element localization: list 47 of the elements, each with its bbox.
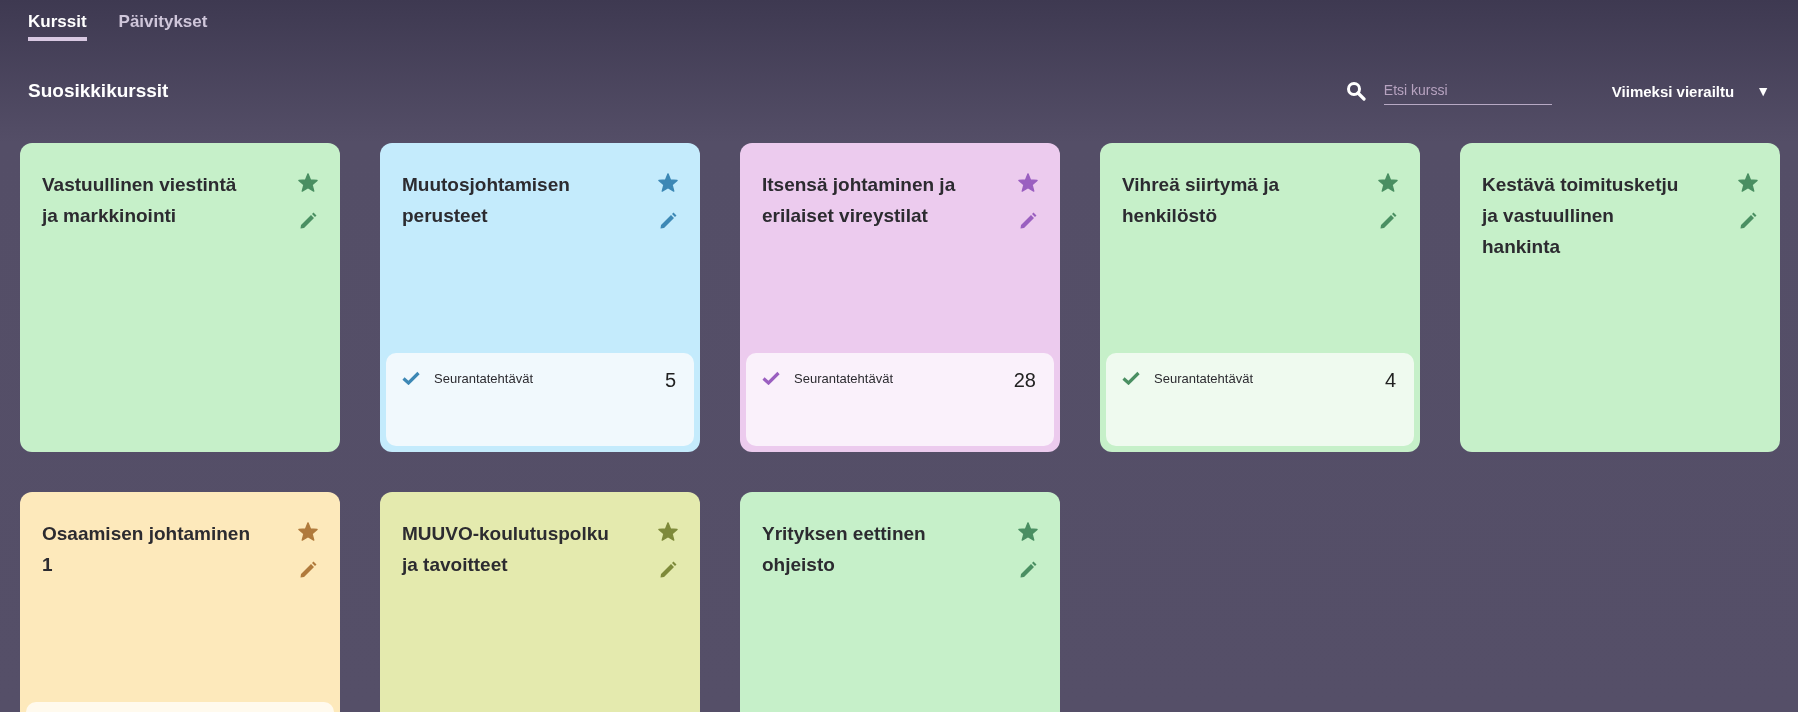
course-card[interactable]: Itsensä johtaminen ja erilaiset vireystilat Seurantatehtävät 28 (740, 143, 1060, 452)
pencil-icon[interactable] (299, 561, 317, 579)
tracker-label: Seurantatehtävät (1154, 371, 1255, 386)
pencil-icon[interactable] (1739, 212, 1757, 230)
pencil-icon[interactable] (1019, 212, 1037, 230)
course-card[interactable]: Muutosjohtamisen perusteet Seurantatehtävät 5 (380, 143, 700, 452)
search-icon[interactable] (1345, 81, 1366, 101)
section-title: Suosikkikurssit (28, 80, 169, 102)
course-title: Osaamisen johtaminen 1 (42, 522, 251, 577)
course-title: MUUVO-koulutuspolku ja tavoitteet (402, 522, 610, 577)
star-icon[interactable] (658, 173, 678, 192)
course-card[interactable]: Osaamisen johtaminen 1 (20, 492, 340, 712)
course-card[interactable]: Kestävä toimitusketju ja vastuullinen hankinta (1460, 143, 1780, 452)
course-title: Yrityksen eettinen ohjeisto (762, 522, 927, 577)
tracker-label: Seurantatehtävät (434, 371, 535, 386)
tab[interactable]: Päivitykset (118, 12, 208, 41)
check-icon (402, 371, 420, 385)
pencil-icon[interactable] (299, 212, 317, 230)
star-icon[interactable] (1018, 173, 1038, 192)
course-title: Vihreä siirtymä ja henkilöstö (1122, 173, 1281, 228)
star-icon[interactable] (298, 173, 318, 192)
tracker-count: 5 (664, 369, 676, 392)
course-title: Vastuullinen viestintä ja markkinointi (42, 173, 238, 228)
check-icon (1122, 371, 1140, 385)
pencil-icon[interactable] (659, 561, 677, 579)
tab[interactable]: Kurssit (28, 12, 87, 41)
course-card[interactable]: Vastuullinen viestintä ja markkinointi (20, 143, 340, 452)
star-icon[interactable] (298, 522, 318, 541)
course-title: Muutosjohtamisen perusteet (402, 173, 571, 228)
pencil-icon[interactable] (659, 212, 677, 230)
course-card[interactable]: Vihreä siirtymä ja henkilöstö Seurantatehtävät 4 (1100, 143, 1420, 452)
course-card[interactable]: MUUVO-koulutuspolku ja tavoitteet (380, 492, 700, 712)
check-icon (762, 371, 780, 385)
star-icon[interactable] (1378, 173, 1398, 192)
pencil-icon[interactable] (1379, 212, 1397, 230)
search-field[interactable]: Etsi kurssi (1383, 77, 1552, 105)
course-title: Kestävä toimitusketju ja vastuullinen hankinta (1482, 173, 1680, 259)
tracker-label: Seurantatehtävät (794, 371, 895, 386)
course-title: Itsensä johtaminen ja erilaiset vireystilat (762, 173, 957, 228)
sort-dropdown[interactable]: Viimeksi vierailtu ▼ (1611, 82, 1770, 100)
star-icon[interactable] (658, 522, 678, 541)
pencil-icon[interactable] (1019, 561, 1037, 579)
star-icon[interactable] (1738, 173, 1758, 192)
course-card[interactable]: Yrityksen eettinen ohjeisto (740, 492, 1060, 712)
star-icon[interactable] (1018, 522, 1038, 541)
tracker-count: 28 (1013, 369, 1036, 392)
tracker-count: 4 (1384, 369, 1396, 392)
